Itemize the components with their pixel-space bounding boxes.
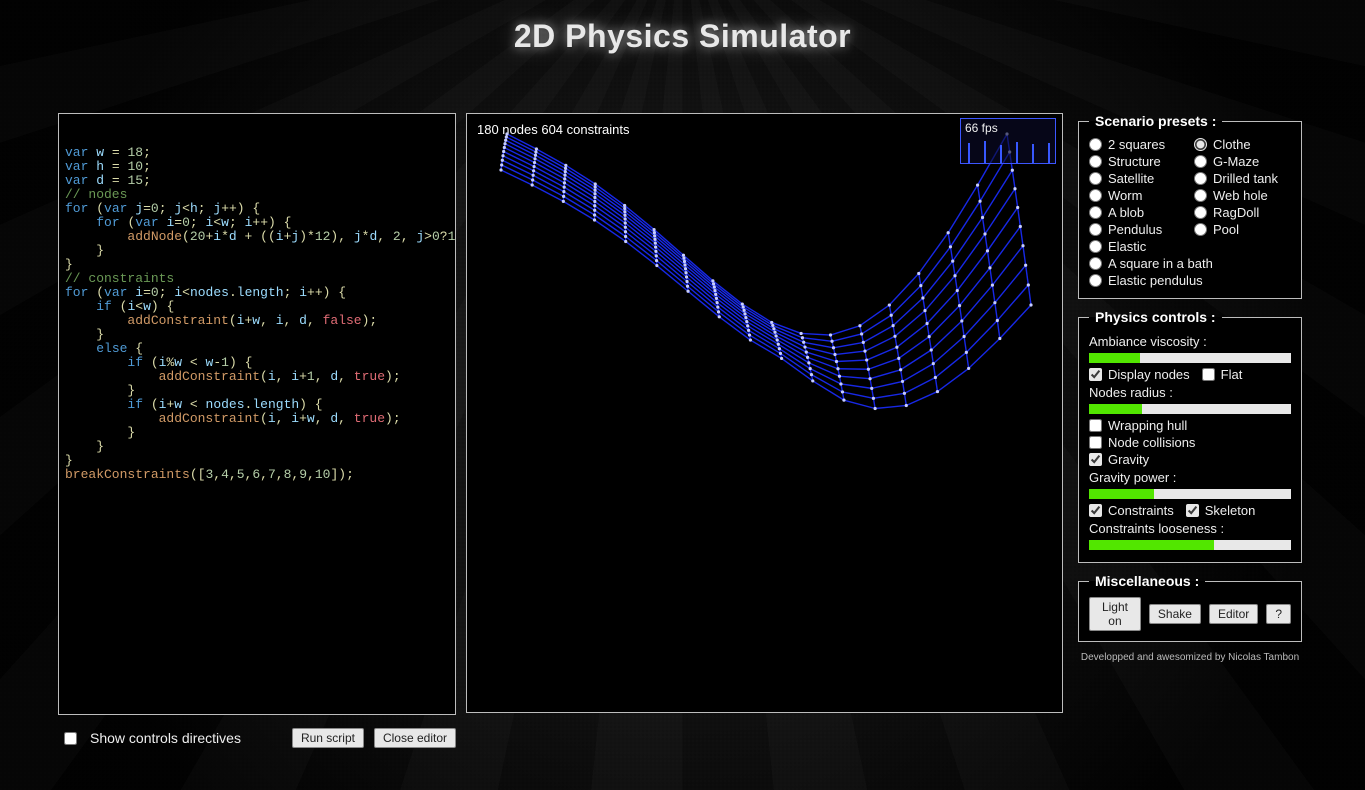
editor-toolbar: Show controls directives Run script Clos… [58,723,456,753]
preset-radio-clothe[interactable]: Clothe [1194,137,1291,152]
preset-radio-input[interactable] [1194,206,1207,219]
preset-radio-input[interactable] [1194,223,1207,236]
misc-fieldset: Miscellaneous : Light on Shake Editor ? [1078,573,1302,642]
gravity-power-slider[interactable] [1089,489,1291,499]
gravity-label: Gravity [1108,452,1149,467]
show-controls-checkbox[interactable] [64,732,77,745]
credit-text: Developped and awesomized by Nicolas Tam… [1078,652,1302,663]
preset-radio-input[interactable] [1194,189,1207,202]
preset-radio-input[interactable] [1089,155,1102,168]
preset-radio-input[interactable] [1089,172,1102,185]
preset-label: A blob [1108,205,1144,220]
preset-radio-input[interactable] [1089,257,1102,270]
run-script-button[interactable]: Run script [292,728,364,748]
looseness-label: Constraints looseness : [1089,521,1291,536]
cloth-mesh [467,114,1063,713]
preset-label: Drilled tank [1213,171,1278,186]
preset-radio-satellite[interactable]: Satellite [1089,171,1186,186]
node-collisions-checkbox[interactable] [1089,436,1102,449]
editor-button[interactable]: Editor [1209,604,1258,624]
preset-label: RagDoll [1213,205,1259,220]
fps-meter: 66 fps [960,118,1056,164]
preset-radio-input[interactable] [1089,189,1102,202]
nodes-radius-slider[interactable] [1089,404,1291,414]
fps-graph-icon [961,137,1057,163]
flat-label: Flat [1221,367,1243,382]
preset-radio-a-square-in-a-bath[interactable]: A square in a bath [1089,256,1291,271]
shake-button[interactable]: Shake [1149,604,1201,624]
preset-radio-worm[interactable]: Worm [1089,188,1186,203]
wrapping-hull-checkbox[interactable] [1089,419,1102,432]
preset-radio-input[interactable] [1194,155,1207,168]
right-column: Scenario presets : 2 squares Clothe Struct… [1078,113,1302,663]
code-editor[interactable]: var w = 18;var h = 10;var d = 15;// node… [58,113,456,715]
gravity-checkbox[interactable] [1089,453,1102,466]
constraints-checkbox[interactable] [1089,504,1102,517]
show-controls-label[interactable]: Show controls directives [90,730,241,746]
preset-radio-pendulus[interactable]: Pendulus [1089,222,1186,237]
preset-label: Satellite [1108,171,1154,186]
render-stage[interactable]: 180 nodes 604 constraints 66 fps [466,113,1063,713]
preset-radio-2-squares[interactable]: 2 squares [1089,137,1186,152]
preset-label: G-Maze [1213,154,1259,169]
flat-checkbox[interactable] [1202,368,1215,381]
preset-radio-drilled-tank[interactable]: Drilled tank [1194,171,1291,186]
preset-radio-input[interactable] [1089,223,1102,236]
preset-radio-elastic[interactable]: Elastic [1089,239,1291,254]
node-collisions-label: Node collisions [1108,435,1195,450]
help-button[interactable]: ? [1266,604,1291,624]
page-title: 2D Physics Simulator [0,18,1365,55]
nodes-radius-label: Nodes radius : [1089,385,1291,400]
preset-radio-ragdoll[interactable]: RagDoll [1194,205,1291,220]
preset-label: Pool [1213,222,1239,237]
ambiance-label: Ambiance viscosity : [1089,334,1291,349]
display-nodes-label: Display nodes [1108,367,1190,382]
preset-label: Structure [1108,154,1161,169]
constraints-label: Constraints [1108,503,1174,518]
preset-label: Pendulus [1108,222,1162,237]
preset-radio-pool[interactable]: Pool [1194,222,1291,237]
preset-label: Web hole [1213,188,1268,203]
physics-legend: Physics controls : [1089,309,1222,325]
wrapping-hull-label: Wrapping hull [1108,418,1187,433]
preset-radio-structure[interactable]: Structure [1089,154,1186,169]
skeleton-label: Skeleton [1205,503,1256,518]
preset-label: Elastic [1108,239,1146,254]
preset-radio-input[interactable] [1089,240,1102,253]
preset-radio-input[interactable] [1089,206,1102,219]
preset-label: Worm [1108,188,1142,203]
presets-legend: Scenario presets : [1089,113,1222,129]
display-nodes-checkbox[interactable] [1089,368,1102,381]
code-content: var w = 18;var h = 10;var d = 15;// node… [65,146,449,482]
physics-fieldset: Physics controls : Ambiance viscosity : … [1078,309,1302,563]
preset-label: Clothe [1213,137,1251,152]
preset-radio-elastic-pendulus[interactable]: Elastic pendulus [1089,273,1291,288]
preset-radio-g-maze[interactable]: G-Maze [1194,154,1291,169]
ambiance-slider[interactable] [1089,353,1291,363]
preset-radio-web-hole[interactable]: Web hole [1194,188,1291,203]
gravity-power-label: Gravity power : [1089,470,1291,485]
preset-radio-a-blob[interactable]: A blob [1089,205,1186,220]
preset-radio-input[interactable] [1194,138,1207,151]
preset-radio-input[interactable] [1089,274,1102,287]
preset-radio-input[interactable] [1194,172,1207,185]
misc-legend: Miscellaneous : [1089,573,1205,589]
preset-label: Elastic pendulus [1108,273,1203,288]
fps-label: 66 fps [961,119,1055,137]
preset-radio-input[interactable] [1089,138,1102,151]
light-on-button[interactable]: Light on [1089,597,1141,631]
skeleton-checkbox[interactable] [1186,504,1199,517]
close-editor-button[interactable]: Close editor [374,728,456,748]
preset-label: 2 squares [1108,137,1165,152]
presets-fieldset: Scenario presets : 2 squares Clothe Struct… [1078,113,1302,299]
preset-label: A square in a bath [1108,256,1213,271]
looseness-slider[interactable] [1089,540,1291,550]
